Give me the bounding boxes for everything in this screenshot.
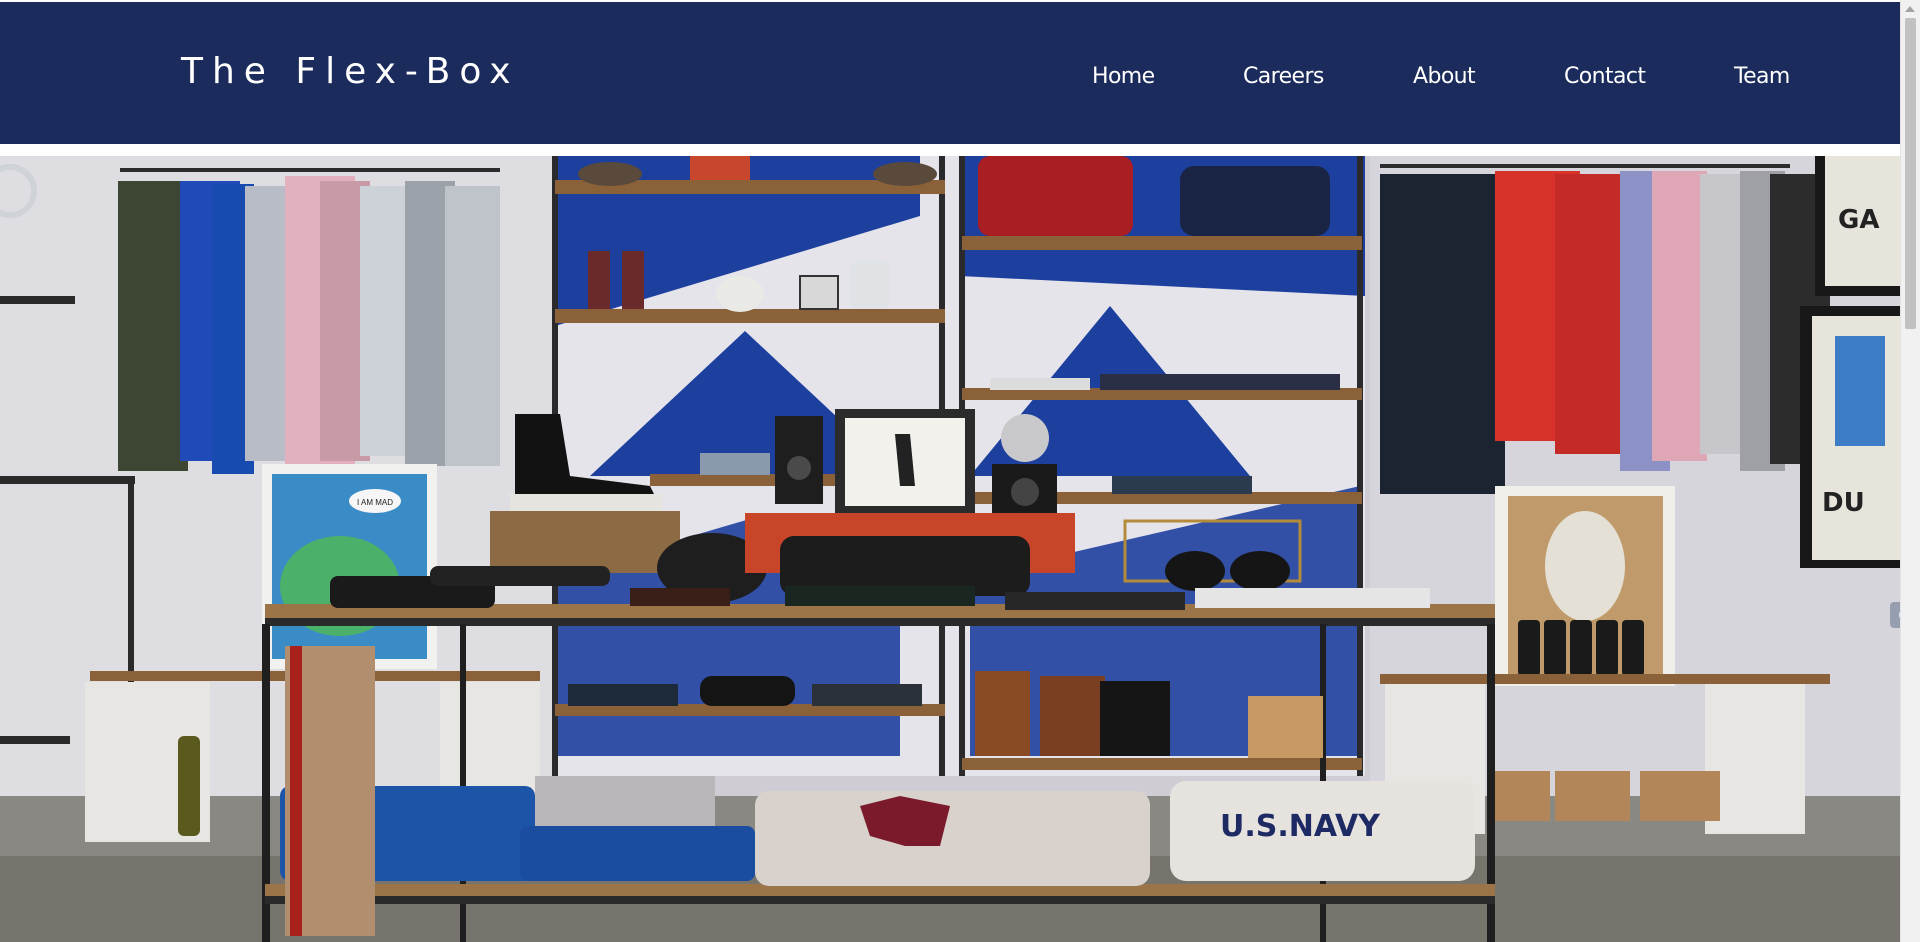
- hero-image: I AM MAD GA DU U.S.NAVY: [0, 156, 1900, 942]
- nav-link-team[interactable]: Team: [1734, 62, 1790, 92]
- nav-link-home[interactable]: Home: [1092, 62, 1155, 92]
- nav-link-contact[interactable]: Contact: [1564, 62, 1646, 92]
- poster-text: I AM MAD: [357, 498, 393, 507]
- header-spacer: [0, 144, 1900, 156]
- scroll-up-arrow-icon[interactable]: [1905, 6, 1915, 12]
- sweater-text: U.S.NAVY: [1220, 809, 1381, 844]
- nav-link-careers[interactable]: Careers: [1243, 62, 1324, 92]
- page: The Flex-Box Home Careers About Contact …: [0, 0, 1900, 942]
- frame-text-1: GA: [1838, 205, 1879, 235]
- nav-menu: Home Careers About Contact Team: [0, 62, 1900, 92]
- scroll-thumb[interactable]: [1905, 18, 1916, 329]
- scrollbar[interactable]: [1900, 0, 1920, 942]
- nav-link-about[interactable]: About: [1413, 62, 1476, 92]
- navbar: The Flex-Box Home Careers About Contact …: [0, 2, 1900, 144]
- frame-text-2: DU: [1822, 488, 1865, 518]
